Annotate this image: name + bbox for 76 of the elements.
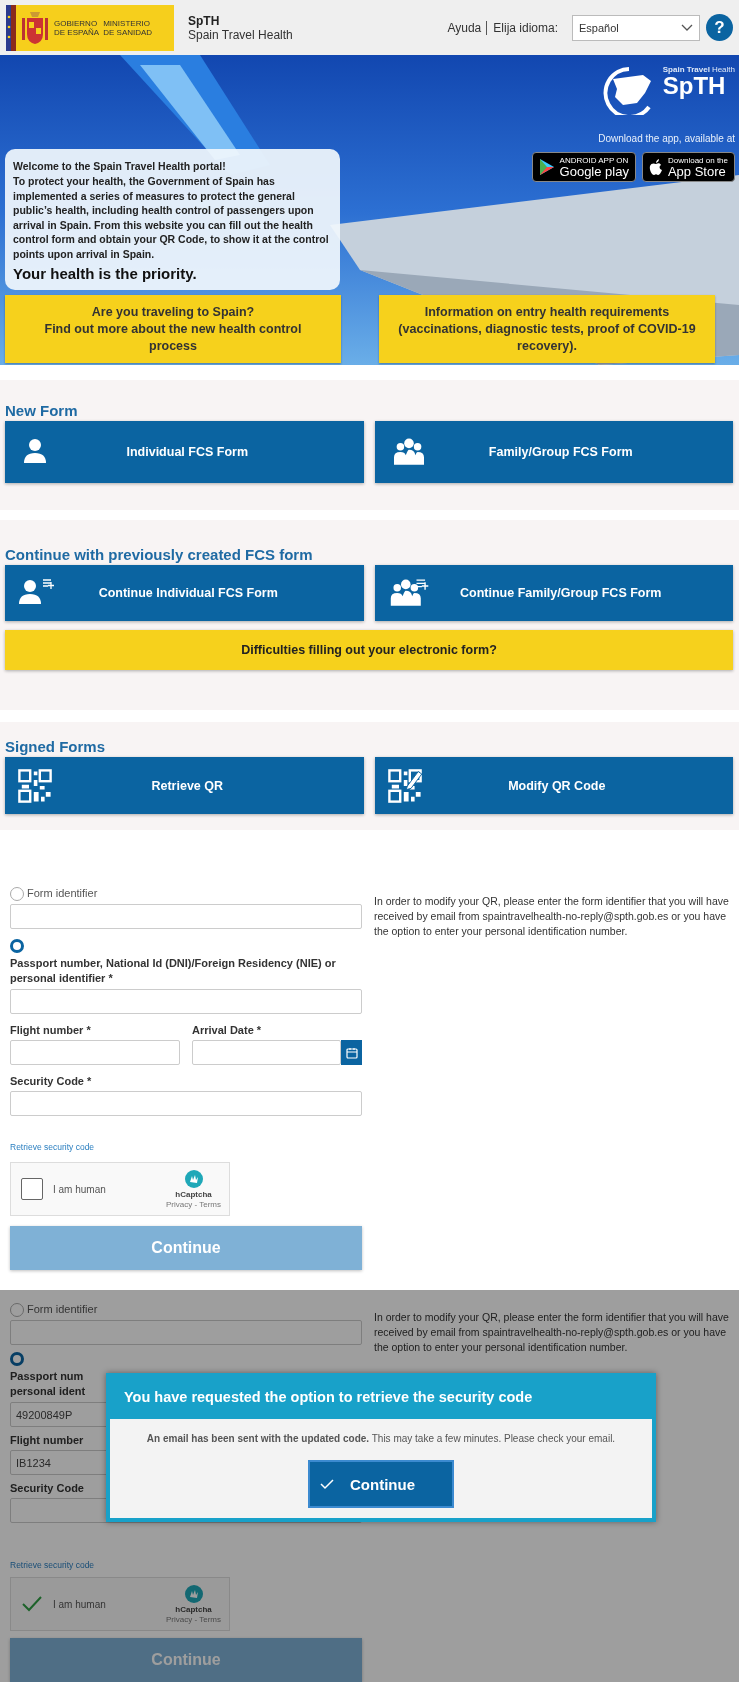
text-field[interactable]	[10, 1320, 362, 1345]
section-title: Continue with previously created FCS form	[5, 546, 314, 563]
calendar-button[interactable]	[341, 1040, 362, 1065]
form-button[interactable]: Retrieve QR	[5, 757, 364, 814]
radio-button[interactable]	[10, 939, 24, 953]
store-badge[interactable]: Download on the App Store	[641, 152, 735, 182]
form-button[interactable]: Continue Individual FCS Form	[5, 565, 364, 621]
hcaptcha-logo-icon	[183, 1169, 204, 1189]
info-button[interactable]: Are you traveling to Spain? Find out more about the new health control process	[5, 295, 341, 363]
apple-icon	[648, 158, 663, 176]
retrieve-code-link[interactable]: Retrieve security code	[10, 1560, 362, 1570]
welcome-text: To protect your health, the Government of Spain has implemented a series of measures to protect the general public’s health, including health control of passengers upon arrival in Spain. From this website you can fill out the health control form and obtain your QR Code, to show it at the control points upon arrival in Spain.	[13, 174, 330, 261]
language-label: Elija idioma:	[493, 20, 558, 35]
logo-text: Spain Travel	[662, 65, 710, 74]
captcha-brand: hCaptcha	[175, 1605, 212, 1614]
download-text: Download the app, available at	[598, 133, 735, 144]
captcha-brand: hCaptcha	[175, 1190, 212, 1199]
text-field[interactable]	[10, 1091, 362, 1116]
section-title: New Form	[5, 402, 79, 419]
tagline: Your health is the priority.	[13, 265, 198, 282]
text-field[interactable]	[10, 989, 362, 1014]
qr-code-edit-icon	[386, 767, 423, 804]
form-button[interactable]: Continue Family/Group FCS Form	[374, 565, 733, 621]
help-button[interactable]: ?	[706, 14, 733, 41]
play-store-icon	[538, 158, 555, 176]
radio-button[interactable]	[10, 1302, 24, 1317]
check-icon	[320, 1478, 334, 1490]
retrieve-code-link[interactable]: Retrieve security code	[10, 1142, 362, 1152]
field-label: Flight number	[10, 1434, 84, 1446]
qr-code-icon	[17, 767, 53, 804]
chevron-down-icon	[681, 23, 693, 32]
captcha-footer-links[interactable]: Privacy - Terms	[166, 1200, 221, 1209]
dialog-title: You have requested the option to retrieve the security code	[110, 1377, 652, 1419]
text-field[interactable]	[10, 1040, 180, 1065]
field-label: Security Code	[10, 1482, 84, 1494]
form-button[interactable]: Individual FCS Form	[5, 421, 364, 483]
field-label: Security Code *	[10, 1075, 92, 1087]
app-subtitle: Spain Travel Health	[188, 27, 293, 42]
coat-of-arms-icon	[20, 9, 50, 46]
radio-label: Passport num personal ident	[10, 1369, 86, 1399]
info-button[interactable]: Information on entry health requirements (vaccinations, diagnostic tests, proof of COVID-19 recovery).	[379, 295, 715, 363]
captcha-label: I am human	[53, 1598, 107, 1610]
radio-label: Form identifier	[27, 886, 98, 901]
app-name: SpTH	[188, 13, 221, 28]
text-field[interactable]	[10, 904, 362, 929]
ministry-text: MINISTERIO DE SANIDAD	[103, 18, 153, 37]
calendar-icon	[345, 1046, 358, 1059]
help-notice-button[interactable]: Difficulties filling out your electronic form?	[5, 630, 733, 670]
captcha-widget[interactable]: I am human hCaptcha Privacy - Terms	[10, 1577, 230, 1631]
help-link[interactable]: Ayuda	[447, 20, 488, 35]
check-icon	[22, 1596, 42, 1612]
captcha-label: I am human	[53, 1183, 107, 1195]
form-button[interactable]: Modify QR Code	[374, 757, 733, 814]
hcaptcha-logo-icon	[183, 1584, 204, 1604]
field-label: Flight number *	[10, 1024, 91, 1036]
government-text: GOBIERNO DE ESPAÑA	[54, 18, 100, 37]
radio-button[interactable]	[10, 886, 24, 901]
logo-mark: SpTH	[662, 74, 726, 98]
date-field[interactable]	[192, 1040, 342, 1065]
logo-text: Health	[711, 65, 735, 74]
captcha-widget[interactable]: I am human hCaptcha Privacy - Terms	[10, 1162, 230, 1216]
dialog-message: An email has been sent with the updated code. This may take a few minutes. Please check your email.	[145, 1433, 617, 1444]
form-button[interactable]: Family/Group FCS Form	[374, 421, 733, 483]
language-select[interactable]: Español	[572, 14, 700, 41]
welcome-title: Welcome to the Spain Travel Health portal!	[13, 158, 227, 173]
help-text: In order to modify your QR, please enter the form identifier that you will have received by email from spaintravelhealth-no-reply@spth.gob.es or you have the option to enter your personal identification number.	[374, 894, 730, 939]
store-badge[interactable]: ANDROID APP ON Google play	[531, 152, 636, 182]
captcha-footer-links[interactable]: Privacy - Terms	[166, 1615, 221, 1624]
help-text: In order to modify your QR, please enter the form identifier that you will have received by email from spaintravelhealth-no-reply@spth.gob.es or you have the option to enter your personal identification number.	[374, 1310, 730, 1355]
captcha-checkbox[interactable]	[21, 1178, 43, 1200]
section-title: Signed Forms	[5, 738, 106, 755]
field-label: Arrival Date *	[192, 1024, 262, 1036]
radio-label: Passport number, National Id (DNI)/Foreign Residency (NIE) or personal identifier *	[10, 956, 337, 986]
continue-button[interactable]: Continue	[308, 1460, 454, 1508]
radio-label: Form identifier	[27, 1302, 98, 1317]
radio-button[interactable]	[10, 1352, 24, 1366]
